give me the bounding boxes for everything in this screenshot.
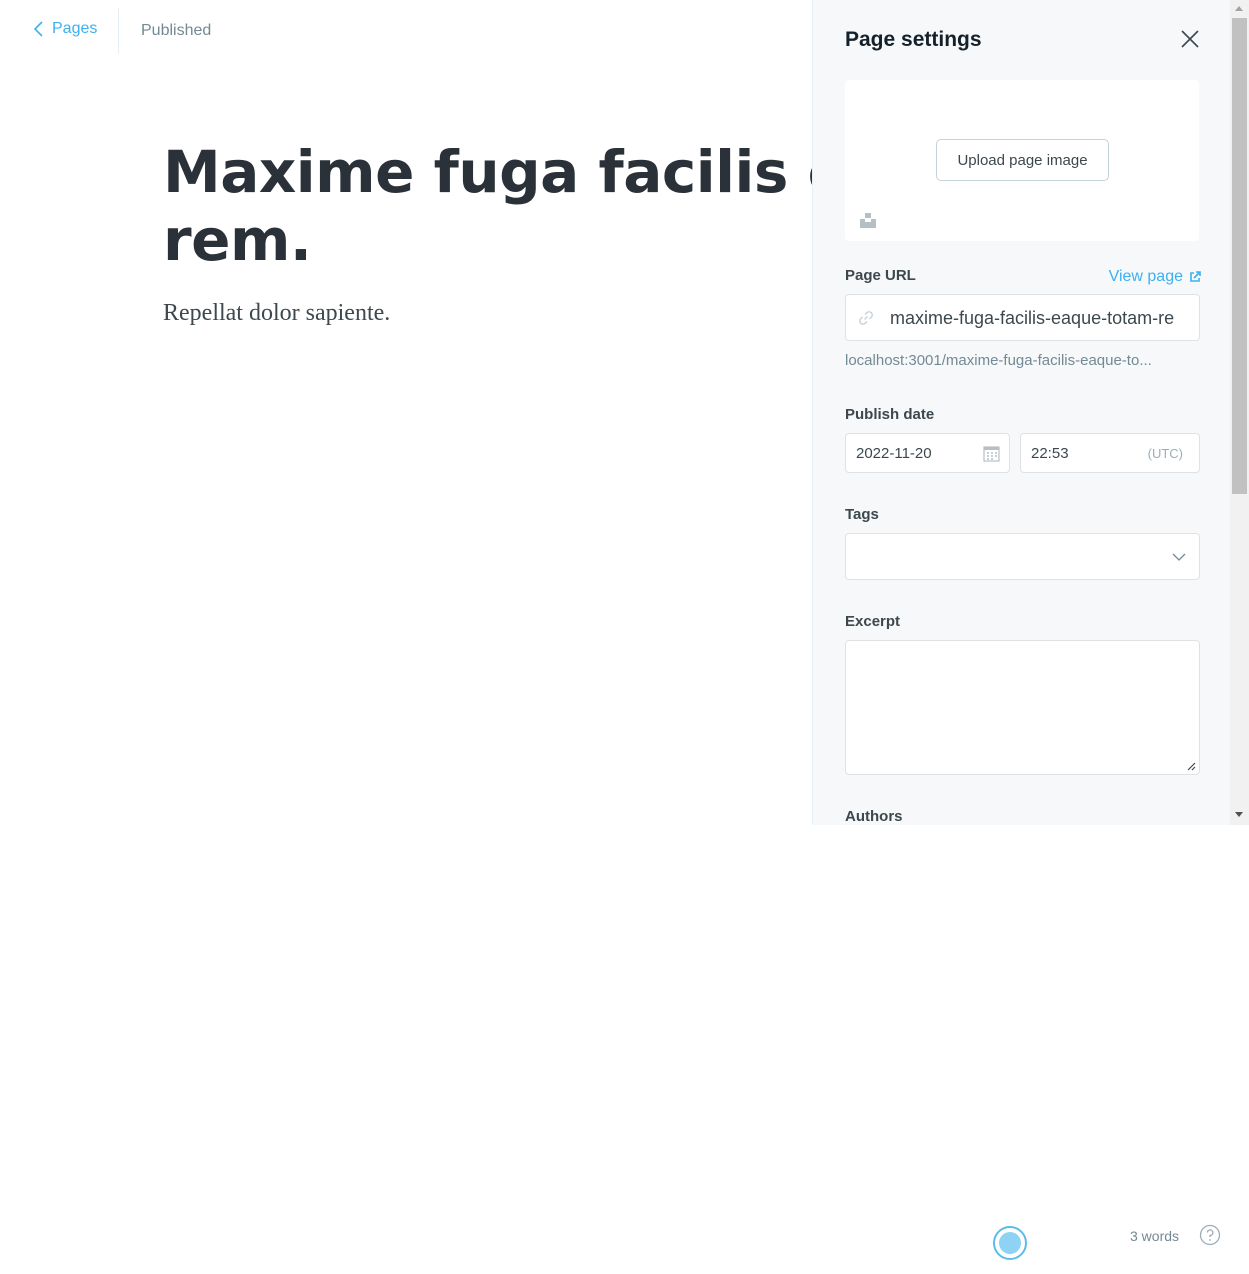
tags-label: Tags (845, 506, 879, 523)
scroll-up-arrow-icon[interactable] (1235, 6, 1243, 11)
word-count: 3 words (1130, 1228, 1180, 1244)
view-page-link[interactable]: View page (1109, 268, 1201, 286)
upload-page-image-button[interactable]: Upload page image (936, 139, 1109, 181)
chevron-down-icon (1172, 553, 1186, 561)
publish-date-label: Publish date (845, 406, 935, 423)
help-icon[interactable] (1199, 1224, 1221, 1246)
panel-scrollbar[interactable] (1230, 0, 1249, 825)
publish-date-value: 2022-11-20 (856, 445, 932, 462)
back-to-pages-link[interactable]: Pages (32, 20, 97, 38)
header-divider (118, 8, 119, 54)
excerpt-label: Excerpt (845, 613, 901, 630)
publish-time-input[interactable]: 22:53 (UTC) (1020, 433, 1200, 473)
scroll-thumb[interactable] (1232, 18, 1247, 494)
page-url-preview: localhost:3001/maxime-fuga-facilis-eaque… (845, 352, 1152, 369)
chevron-left-icon (33, 21, 43, 37)
external-link-icon (1190, 271, 1201, 282)
excerpt-textarea[interactable] (845, 640, 1200, 775)
resize-handle-icon[interactable] (1186, 761, 1196, 771)
cursor-indicator (993, 1226, 1027, 1260)
timezone-label: (UTC) (1147, 446, 1183, 461)
scroll-down-arrow-icon[interactable] (1235, 812, 1243, 817)
page-image-uploader: Upload page image (845, 80, 1199, 241)
tags-select[interactable] (845, 533, 1200, 580)
authors-label: Authors (845, 808, 903, 825)
page-url-value: maxime-fuga-facilis-eaque-totam-re (890, 308, 1175, 328)
page-url-input[interactable]: maxime-fuga-facilis-eaque-totam-re (845, 294, 1200, 341)
page-settings-panel: Page settings Upload page image Page URL… (812, 0, 1231, 825)
page-title-line2: rem. (163, 206, 312, 274)
calendar-icon[interactable] (983, 445, 1000, 462)
back-link-label: Pages (52, 20, 98, 37)
publish-date-input[interactable]: 2022-11-20 (845, 433, 1010, 473)
page-url-label: Page URL (845, 267, 916, 284)
view-page-label: View page (1108, 268, 1183, 285)
editor-header: Pages Published (0, 0, 812, 62)
publish-time-value: 22:53 (1031, 445, 1069, 462)
panel-title: Page settings (845, 28, 982, 51)
unsplash-icon[interactable] (860, 212, 876, 228)
link-icon (859, 311, 873, 325)
publish-status: Published (141, 22, 212, 39)
close-icon[interactable] (1179, 28, 1201, 50)
